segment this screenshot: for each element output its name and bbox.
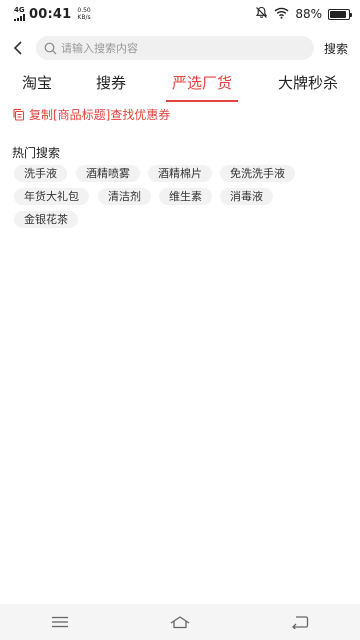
home-icon	[170, 616, 190, 629]
tab-factory-select[interactable]: 严选厂货	[166, 72, 239, 102]
hot-search-chip[interactable]: 酒精喷雾	[76, 165, 140, 182]
nav-menu-button[interactable]	[30, 604, 90, 640]
network-indicator: 4G	[14, 7, 25, 21]
copy-title-tip[interactable]: 复制[商品标题]查找优惠券	[12, 106, 170, 123]
tab-label: 严选厂货	[172, 74, 233, 92]
back-button[interactable]	[0, 34, 36, 62]
tab-brand-flash-sale[interactable]: 大牌秒杀	[278, 72, 338, 102]
hot-search-chip[interactable]: 维生素	[159, 188, 212, 205]
nav-back-button[interactable]	[270, 604, 330, 640]
search-button[interactable]: 搜索	[324, 40, 348, 57]
battery-fill	[330, 10, 346, 18]
network-label: 4G	[14, 6, 25, 14]
chevron-left-icon	[13, 41, 22, 55]
hot-search-chip[interactable]: 酒精棉片	[148, 165, 212, 182]
tab-taobao[interactable]: 淘宝	[22, 72, 52, 102]
tab-coupon-search[interactable]: 搜券	[96, 72, 126, 102]
hot-search-chip[interactable]: 洗手液	[14, 165, 67, 182]
category-tabs: 淘宝 搜券 严选厂货 大牌秒杀	[0, 72, 360, 102]
menu-icon	[52, 616, 68, 628]
tab-label: 大牌秒杀	[278, 74, 339, 92]
hot-search-chip[interactable]: 年货大礼包	[14, 188, 89, 205]
status-left: 4G 00:41 0.50 KB/s	[14, 7, 91, 22]
status-right: 88%	[255, 6, 352, 22]
hot-search-chip[interactable]: 金银花茶	[14, 211, 78, 228]
battery-icon	[328, 8, 352, 20]
signal-icon	[14, 14, 25, 21]
tab-label: 搜券	[96, 74, 127, 92]
search-row: 搜索	[0, 34, 360, 62]
search-icon	[44, 42, 57, 54]
hot-search-chip[interactable]: 免洗洗手液	[220, 165, 295, 182]
wifi-icon	[274, 7, 289, 22]
network-speed: 0.50 KB/s	[77, 7, 90, 21]
hot-search-chip[interactable]: 清洁剂	[98, 188, 151, 205]
speed-unit: KB/s	[77, 14, 91, 21]
search-field[interactable]	[36, 36, 314, 60]
hot-search-chip[interactable]: 消毒液	[220, 188, 273, 205]
search-input[interactable]	[61, 41, 301, 55]
system-nav-bar	[0, 604, 360, 640]
nav-home-button[interactable]	[150, 604, 210, 640]
clock: 00:41	[29, 6, 72, 22]
active-tab-indicator	[166, 100, 239, 102]
speed-value: 0.50	[77, 7, 91, 14]
battery-percent: 88%	[295, 7, 322, 21]
hot-search-title: 热门搜索	[12, 146, 61, 160]
tab-label: 淘宝	[22, 74, 53, 92]
mute-icon	[255, 6, 268, 22]
copy-icon	[13, 108, 25, 121]
status-bar: 4G 00:41 0.50 KB/s 88%	[0, 0, 360, 28]
return-icon	[292, 616, 309, 629]
copy-tip-text: 复制[商品标题]查找优惠券	[29, 108, 171, 122]
